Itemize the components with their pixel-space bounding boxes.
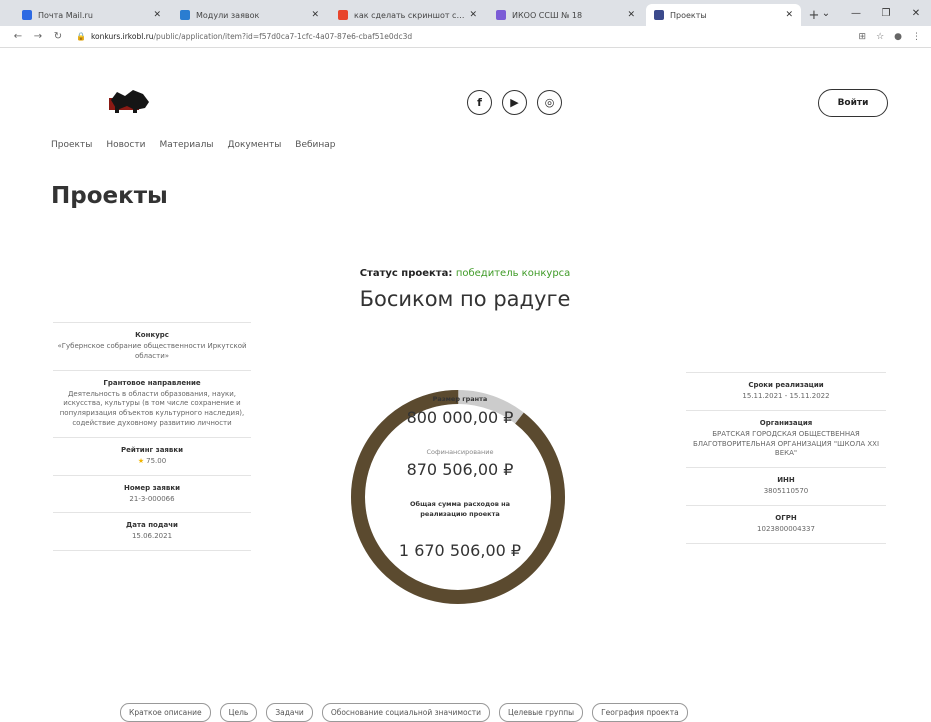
star-icon: ★	[137, 456, 145, 465]
info-label: ИНН	[777, 476, 795, 485]
tab-title: Проекты	[670, 10, 707, 20]
grant-label: Размер гранта	[432, 395, 488, 403]
browser-tab[interactable]: Модули заявок ✕	[172, 4, 327, 26]
info-value: 21-3-000066	[129, 494, 175, 503]
info-submission-date: Дата подачи 15.06.2021	[53, 512, 251, 552]
section-tabs: Краткое описание Цель Задачи Обоснование…	[120, 703, 688, 722]
tab-favicon-icon	[496, 10, 506, 20]
info-value: 15.06.2021	[131, 532, 173, 541]
info-inn: ИНН 3805110570	[686, 467, 886, 505]
info-value: Деятельность в области образования, наук…	[59, 389, 245, 427]
url-host: konkurs.irkobl.ru	[90, 32, 154, 41]
tab-short-description[interactable]: Краткое описание	[120, 703, 211, 722]
close-window-icon[interactable]: ✕	[901, 8, 931, 19]
info-value: 75.00	[146, 456, 167, 465]
forward-icon[interactable]: →	[30, 31, 46, 42]
total-value: 1 670 506,00 ₽	[398, 541, 522, 560]
menu-dots-icon[interactable]: ⋮	[912, 32, 921, 42]
info-value: «Губернское собрание общественности Ирку…	[57, 342, 247, 360]
window-controls: ⌄ — ❐ ✕	[811, 0, 931, 26]
info-value: 3805110570	[763, 487, 809, 496]
tab-favicon-icon	[338, 10, 348, 20]
total-label: Общая сумма расходов на реализацию проек…	[410, 500, 510, 518]
translate-icon[interactable]: ⊞	[859, 32, 867, 42]
info-value: БРАТСКАЯ ГОРОДСКАЯ ОБЩЕСТВЕННАЯ БЛАГОТВО…	[692, 429, 880, 458]
info-period: Сроки реализации 15.11.2021 - 15.11.2022	[686, 372, 886, 410]
tab-favicon-icon	[180, 10, 190, 20]
reload-icon[interactable]: ↻	[50, 31, 66, 42]
grant-value: 800 000,00 ₽	[406, 408, 514, 427]
back-icon[interactable]: ←	[10, 31, 26, 42]
url-path: /public/application/item?id=f57d0ca7-1cf…	[153, 32, 413, 41]
status-value: победитель конкурса	[455, 268, 571, 279]
close-tab-icon[interactable]: ✕	[627, 10, 635, 20]
tab-tasks[interactable]: Задачи	[266, 703, 313, 722]
maximize-icon[interactable]: ❐	[871, 8, 901, 19]
page-title: Проекты	[51, 183, 168, 209]
info-label: Дата подачи	[126, 521, 178, 530]
address-bar: ← → ↻ 🔒 konkurs.irkobl.ru /public/applic…	[0, 26, 931, 48]
info-value: 15.11.2021 - 15.11.2022	[742, 392, 830, 400]
main-nav: Проекты Новости Материалы Документы Веби…	[51, 140, 336, 150]
browser-tab[interactable]: ИКОО ССШ № 18 ✕	[488, 4, 643, 26]
tab-title: ИКОО ССШ № 18	[512, 10, 583, 20]
tab-favicon-icon	[654, 10, 664, 20]
info-label: Грантовое направление	[103, 378, 201, 387]
project-name: Босиком по радуге	[359, 287, 571, 311]
site-logo[interactable]	[105, 86, 151, 114]
nav-item-projects[interactable]: Проекты	[51, 140, 92, 150]
close-tab-icon[interactable]: ✕	[785, 10, 793, 20]
facebook-icon[interactable]: f	[467, 90, 492, 115]
info-label: ОГРН	[775, 513, 797, 522]
info-ogrn: ОГРН 1023800004337	[686, 504, 886, 544]
tab-title: как сделать скриншот с…	[354, 10, 465, 20]
close-tab-icon[interactable]: ✕	[469, 10, 477, 20]
browser-tab[interactable]: как сделать скриншот с… ✕	[330, 4, 485, 26]
close-tab-icon[interactable]: ✕	[153, 10, 161, 20]
info-label: Сроки реализации	[748, 381, 824, 389]
browser-tab[interactable]: Почта Mail.ru ✕	[14, 4, 169, 26]
browser-tab-bar: Почта Mail.ru ✕ Модули заявок ✕ как сдел…	[0, 0, 931, 26]
instagram-icon[interactable]: ◎	[537, 90, 562, 115]
tab-title: Почта Mail.ru	[38, 10, 93, 20]
nav-item-webinar[interactable]: Вебинар	[295, 140, 335, 150]
finance-donut	[346, 342, 570, 652]
bookmark-star-icon[interactable]: ☆	[876, 32, 884, 42]
cofinance-value: 870 506,00 ₽	[406, 460, 514, 479]
tab-social-significance[interactable]: Обоснование социальной значимости	[321, 703, 490, 722]
info-label: Рейтинг заявки	[120, 445, 184, 454]
close-tab-icon[interactable]: ✕	[311, 10, 319, 20]
project-status: Статус проекта: победитель конкурса	[280, 268, 650, 279]
info-label: Конкурс	[135, 331, 169, 339]
info-value: 1023800004337	[757, 524, 815, 533]
tab-geography[interactable]: География проекта	[592, 703, 688, 722]
social-links: f ▶ ◎	[467, 90, 562, 115]
info-grant-direction: Грантовое направление Деятельность в обл…	[53, 369, 251, 437]
browser-tab-active[interactable]: Проекты ✕	[646, 4, 801, 26]
project-info-left: Конкурс «Губернское собрание общественно…	[53, 322, 251, 552]
info-application-number: Номер заявки 21-3-000066	[53, 474, 251, 513]
youtube-icon[interactable]: ▶	[502, 90, 527, 115]
cofinance-label: Софинансирование	[426, 448, 494, 456]
project-info-right: Сроки реализации 15.11.2021 - 15.11.2022…	[686, 372, 886, 544]
url-field[interactable]: 🔒 konkurs.irkobl.ru /public/application/…	[70, 29, 851, 45]
info-label: Номер заявки	[124, 483, 180, 492]
lock-icon: 🔒	[76, 32, 86, 41]
login-button[interactable]: Войти	[818, 89, 888, 117]
info-rating: Рейтинг заявки ★ 75.00	[53, 436, 251, 475]
nav-item-documents[interactable]: Документы	[227, 140, 281, 150]
tab-goal[interactable]: Цель	[219, 703, 258, 722]
nav-item-news[interactable]: Новости	[106, 140, 145, 150]
nav-item-materials[interactable]: Материалы	[159, 140, 213, 150]
info-organization: Организация БРАТСКАЯ ГОРОДСКАЯ ОБЩЕСТВЕН…	[686, 409, 886, 467]
info-contest: Конкурс «Губернское собрание общественно…	[53, 322, 251, 370]
tab-target-groups[interactable]: Целевые группы	[499, 703, 584, 722]
profile-icon[interactable]: ●	[894, 32, 902, 42]
tab-favicon-icon	[22, 10, 32, 20]
tab-search-icon[interactable]: ⌄	[811, 8, 841, 19]
tab-title: Модули заявок	[196, 10, 260, 20]
status-label: Статус проекта:	[359, 268, 453, 279]
info-label: Организация	[759, 418, 813, 427]
minimize-icon[interactable]: —	[841, 8, 871, 19]
